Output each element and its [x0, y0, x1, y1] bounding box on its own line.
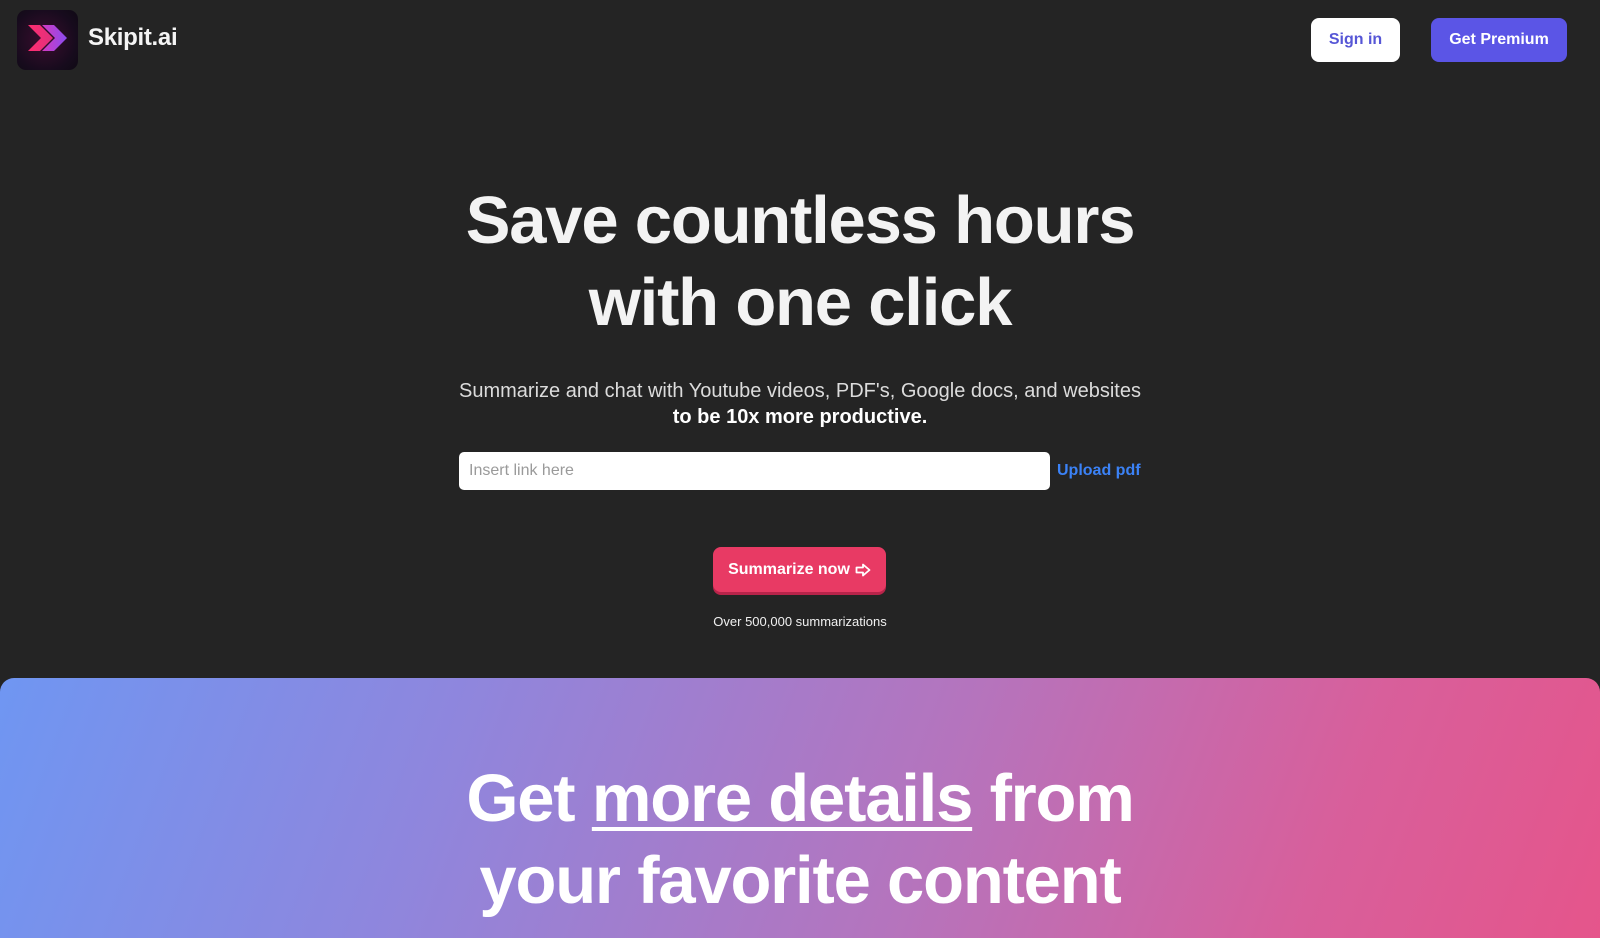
feature-title-suffix: from — [972, 761, 1135, 836]
link-input[interactable] — [459, 452, 1050, 490]
site-header: Skipit.ai Sign in Get Premium — [0, 0, 1600, 80]
get-premium-button[interactable]: Get Premium — [1431, 18, 1567, 62]
hero-subtitle: Summarize and chat with Youtube videos, … — [459, 380, 1141, 402]
chevrons-right-icon — [26, 23, 70, 58]
arrow-right-icon — [855, 563, 871, 577]
hero-title-line-2: with one click — [588, 265, 1013, 340]
feature-title-line-1: Get more details from — [300, 758, 1300, 840]
feature-title: Get more details from your favorite cont… — [300, 758, 1300, 922]
hero-title: Save countless hours with one click — [300, 180, 1300, 344]
sign-in-button[interactable]: Sign in — [1311, 18, 1400, 62]
upload-pdf-link[interactable]: Upload pdf — [1057, 462, 1141, 480]
summarize-button-label: Summarize now — [728, 560, 850, 578]
feature-title-line-2: your favorite content — [479, 843, 1121, 918]
feature-title-prefix: Get — [466, 761, 592, 836]
logo[interactable] — [17, 10, 78, 70]
hero-title-line-1: Save countless hours — [465, 183, 1136, 258]
brand-name: Skipit.ai — [88, 24, 178, 51]
feature-section: Get more details from your favorite cont… — [0, 678, 1600, 938]
summarization-count: Over 500,000 summarizations — [713, 614, 887, 629]
summarize-now-button[interactable]: Summarize now — [713, 547, 886, 592]
hero-subtitle-bold: to be 10x more productive. — [672, 406, 928, 428]
feature-title-emphasis: more details — [591, 761, 974, 836]
